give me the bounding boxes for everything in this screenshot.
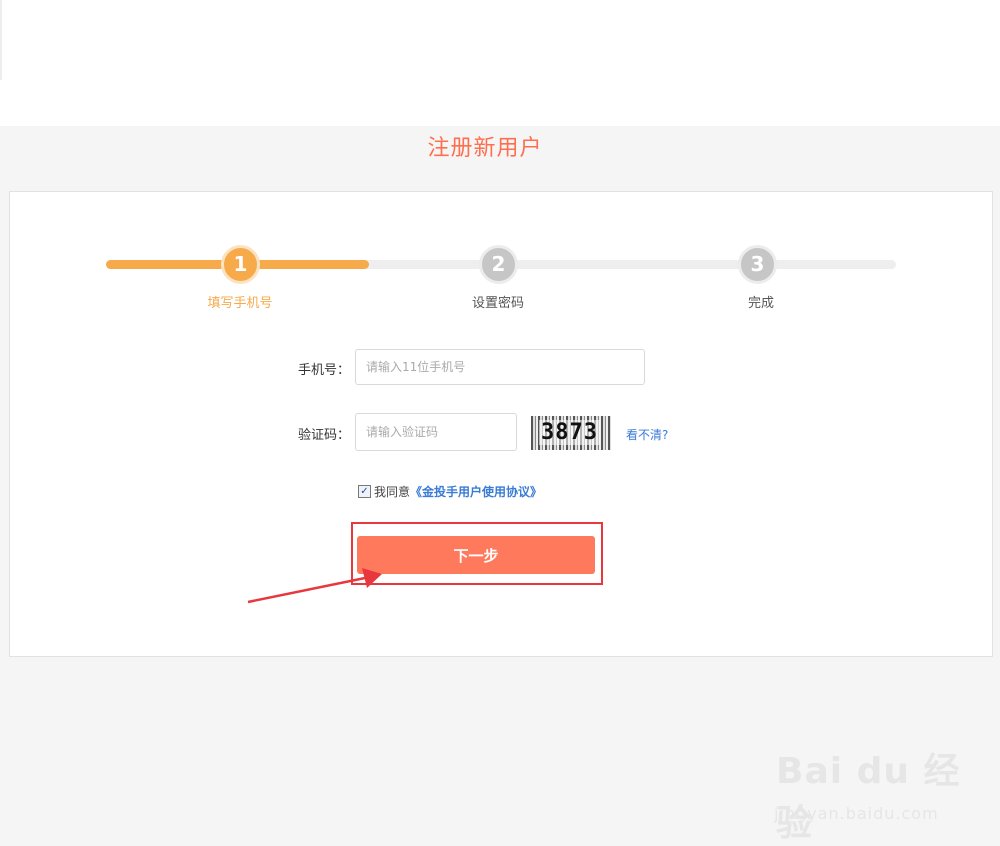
baidu-watermark: Bai du 经验 jingyan.baidu.com bbox=[770, 742, 970, 844]
next-step-button[interactable]: 下一步 bbox=[357, 536, 595, 574]
step-1-circle: 1 bbox=[221, 245, 260, 284]
page-title: 注册新用户 bbox=[427, 136, 543, 161]
phone-input[interactable] bbox=[355, 349, 645, 385]
top-header bbox=[0, 0, 1000, 126]
agree-text: 我同意 bbox=[374, 485, 411, 499]
phone-label: 手机号： bbox=[297, 363, 350, 378]
agreement-row: ✓ 我同意 《金投手用户使用协议》 bbox=[358, 483, 542, 500]
watermark-url: jingyan.baidu.com bbox=[774, 804, 939, 823]
step-3-label: 完成 bbox=[747, 296, 774, 311]
code-input[interactable] bbox=[355, 413, 517, 451]
agree-checkbox[interactable]: ✓ bbox=[358, 485, 371, 498]
step-1-label: 填写手机号 bbox=[207, 296, 273, 311]
registration-card: 1 2 3 填写手机号 设置密码 完成 手机号： 验证码： 3873 看不清? … bbox=[9, 191, 993, 844]
header-edge bbox=[0, 0, 2, 80]
step-3-circle: 3 bbox=[738, 245, 777, 284]
refresh-captcha-link[interactable]: 看不清? bbox=[626, 426, 668, 443]
step-2-label: 设置密码 bbox=[471, 296, 524, 311]
watermark-brand: Bai du 经验 bbox=[776, 751, 961, 844]
step-2-circle: 2 bbox=[479, 245, 518, 284]
agreement-link[interactable]: 《金投手用户使用协议》 bbox=[410, 483, 542, 500]
captcha-image[interactable]: 3873 bbox=[531, 416, 611, 450]
code-label: 验证码： bbox=[297, 428, 350, 443]
captcha-text: 3873 bbox=[539, 420, 600, 445]
